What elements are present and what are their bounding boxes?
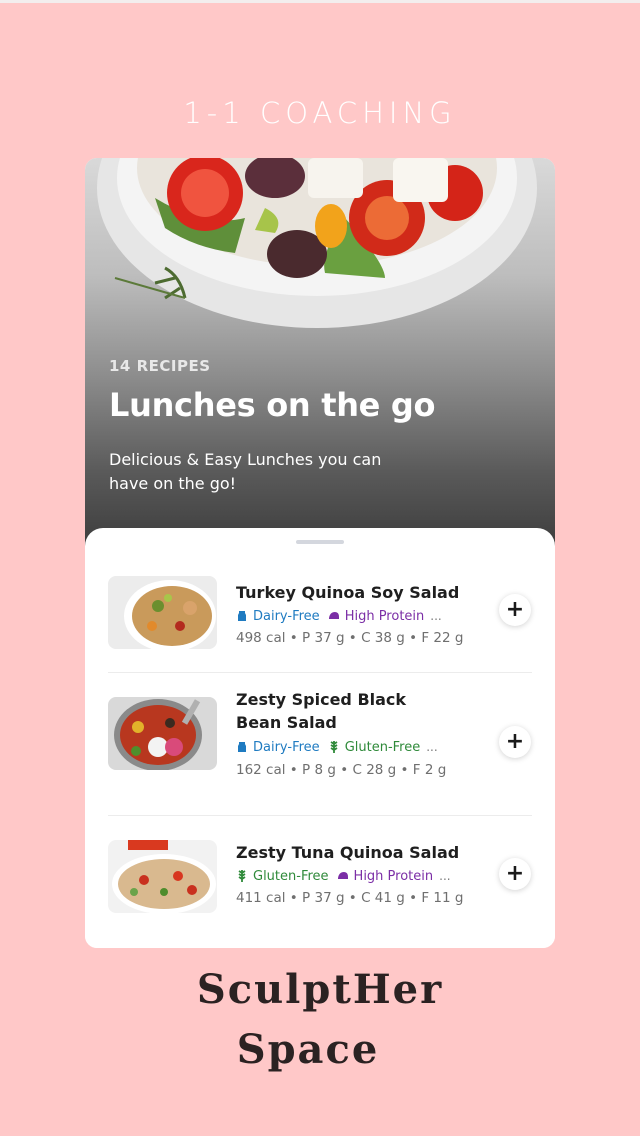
- recipe-macros: 411 cal • P 37 g • C 41 g • F 11 g: [236, 890, 464, 906]
- list-item[interactable]: Turkey Quinoa Soy Salad Dairy-Free High …: [85, 568, 555, 673]
- list-item[interactable]: Zesty Spiced Black Bean Salad Dairy-Free…: [85, 688, 555, 813]
- more-tags: ...: [439, 869, 451, 883]
- drag-handle[interactable]: [296, 540, 344, 544]
- page: 1-1 COACHING 14 RECIPES Lunches on the g…: [0, 0, 640, 1136]
- recipe-collection-card: 14 RECIPES Lunches on the go Delicious &…: [85, 158, 555, 948]
- recipe-thumbnail: [108, 840, 217, 913]
- tag-gluten-free: Gluten-Free: [236, 869, 329, 884]
- protein-icon: [337, 872, 348, 879]
- recipe-thumbnail: [108, 576, 217, 649]
- recipe-macros: 162 cal • P 8 g • C 28 g • F 2 g: [236, 762, 447, 778]
- brand-name-line2: Space: [236, 1026, 380, 1073]
- collection-subtitle: Delicious & Easy Lunches you can have on…: [109, 450, 382, 493]
- divider: [108, 672, 532, 673]
- add-recipe-button[interactable]: +: [499, 726, 531, 758]
- recipe-tags: Dairy-Free High Protein ...: [236, 607, 442, 625]
- divider: [108, 815, 532, 816]
- milk-carton-icon: [238, 611, 246, 621]
- protein-icon: [328, 612, 339, 619]
- add-recipe-button[interactable]: +: [499, 858, 531, 890]
- tag-high-protein: High Protein: [328, 609, 424, 624]
- recipe-list-sheet: Turkey Quinoa Soy Salad Dairy-Free High …: [85, 528, 555, 948]
- recipe-name: Zesty Spiced Black Bean Salad: [236, 690, 407, 732]
- brand-name-line1: SculptHer: [196, 966, 444, 1013]
- recipe-tags: Gluten-Free High Protein ...: [236, 867, 451, 885]
- recipe-thumbnail: [108, 697, 217, 770]
- recipe-tags: Dairy-Free Gluten-Free ...: [236, 738, 438, 756]
- recipe-count: 14 RECIPES: [109, 357, 211, 375]
- collection-title: Lunches on the go: [109, 386, 436, 424]
- more-tags: ...: [426, 740, 438, 754]
- recipe-name: Turkey Quinoa Soy Salad: [236, 583, 460, 602]
- tag-dairy-free: Dairy-Free: [236, 609, 320, 624]
- recipe-name: Zesty Tuna Quinoa Salad: [236, 843, 460, 862]
- tag-dairy-free: Dairy-Free: [236, 740, 320, 755]
- list-item[interactable]: Zesty Tuna Quinoa Salad Gluten-Free High…: [85, 828, 555, 933]
- more-tags: ...: [430, 609, 442, 623]
- salad-bowl-image: [97, 158, 537, 328]
- coaching-title: 1-1 COACHING: [183, 96, 457, 130]
- wheat-icon: [330, 741, 338, 753]
- tag-high-protein: High Protein: [337, 869, 433, 884]
- wheat-icon: [238, 870, 246, 882]
- tag-gluten-free: Gluten-Free: [328, 740, 420, 755]
- milk-carton-icon: [238, 742, 246, 752]
- collection-hero: 14 RECIPES Lunches on the go Delicious &…: [85, 158, 555, 550]
- top-edge: [0, 0, 640, 3]
- recipe-macros: 498 cal • P 37 g • C 38 g • F 22 g: [236, 630, 464, 646]
- add-recipe-button[interactable]: +: [499, 594, 531, 626]
